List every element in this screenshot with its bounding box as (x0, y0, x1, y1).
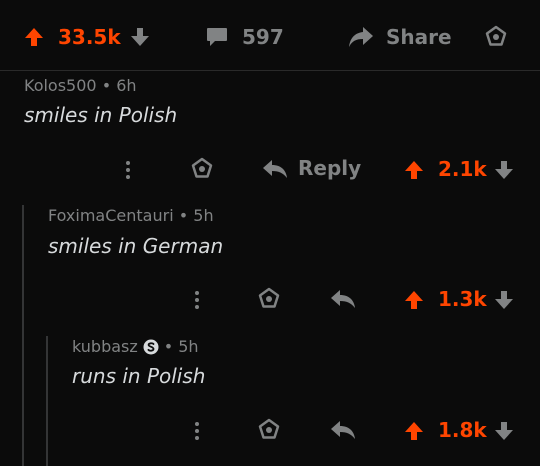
comment-meta: kubbasz • 5h (72, 337, 199, 356)
downvote-icon[interactable] (494, 290, 514, 310)
upvote-icon[interactable] (404, 421, 424, 441)
thread-line[interactable] (46, 336, 48, 466)
downvote-icon[interactable] (494, 421, 514, 441)
comment-icon[interactable] (206, 27, 228, 47)
comment-meta: FoximaCentauri • 5h (48, 206, 214, 225)
reply-icon[interactable] (330, 289, 356, 309)
comment-meta: Kolos500 • 6h (24, 76, 137, 95)
share-button[interactable]: Share (386, 25, 452, 49)
thread-line[interactable] (22, 205, 24, 466)
share-icon[interactable] (348, 26, 374, 48)
comment-author[interactable]: FoximaCentauri (48, 206, 174, 225)
award-icon[interactable] (257, 418, 281, 442)
meta-separator: • (178, 206, 189, 225)
more-icon[interactable] (194, 421, 200, 441)
comment-score: 1.8k (438, 418, 487, 442)
comment-age: 6h (116, 76, 137, 95)
comment-author[interactable]: kubbasz (72, 337, 138, 356)
meta-separator: • (163, 337, 174, 356)
post-upvote-count: 33.5k (58, 25, 121, 49)
premium-badge-icon (143, 339, 159, 355)
reply-icon[interactable] (330, 420, 356, 440)
post-comment-count[interactable]: 597 (242, 25, 284, 49)
comment-body: runs in Polish (72, 364, 206, 388)
comment-body: smiles in Polish (24, 103, 178, 127)
reply-button[interactable]: Reply (298, 156, 361, 180)
upvote-icon[interactable] (404, 290, 424, 310)
award-icon[interactable] (484, 25, 508, 49)
more-icon[interactable] (194, 290, 200, 310)
award-icon[interactable] (257, 287, 281, 311)
comment-age: 5h (178, 337, 199, 356)
downvote-icon[interactable] (494, 160, 514, 180)
comment-body: smiles in German (48, 234, 224, 258)
reply-icon[interactable] (262, 159, 288, 179)
post-action-bar: 33.5k 597 Share (0, 0, 540, 71)
comment-score: 1.3k (438, 287, 487, 311)
comment-age: 5h (193, 206, 214, 225)
upvote-icon[interactable] (24, 27, 44, 47)
comment-author[interactable]: Kolos500 (24, 76, 97, 95)
award-icon[interactable] (190, 157, 214, 181)
comment-score: 2.1k (438, 157, 487, 181)
downvote-icon[interactable] (130, 27, 150, 47)
meta-separator: • (101, 76, 112, 95)
upvote-icon[interactable] (404, 160, 424, 180)
more-icon[interactable] (125, 160, 131, 180)
